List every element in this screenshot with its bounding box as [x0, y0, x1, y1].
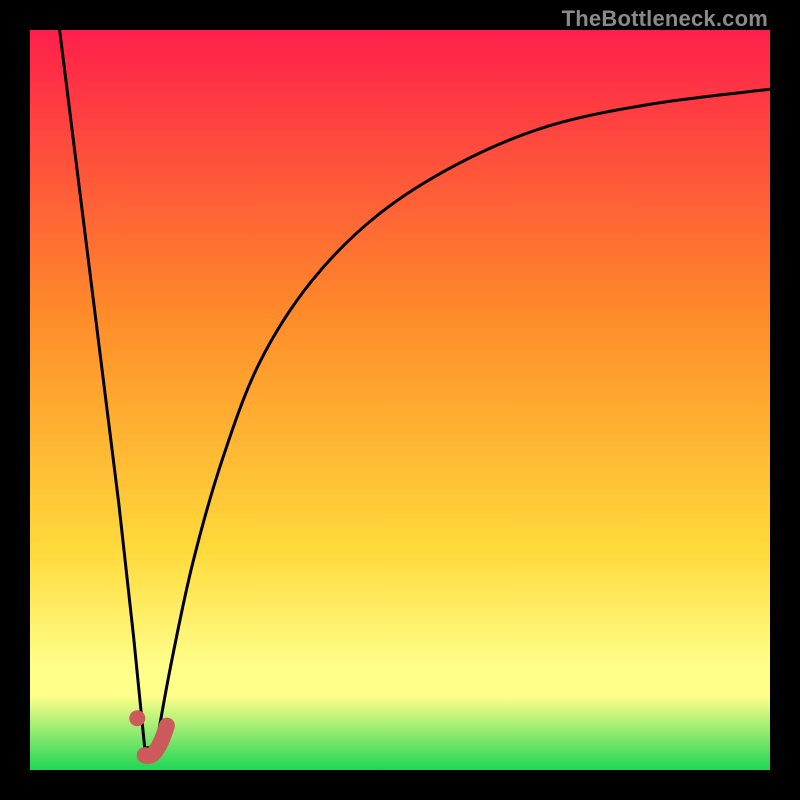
plot-area: [30, 30, 770, 770]
minimum-marker: [145, 726, 167, 756]
watermark-text: TheBottleneck.com: [562, 6, 768, 32]
curve-line: [60, 30, 770, 748]
chart-frame: TheBottleneck.com: [0, 0, 800, 800]
bottleneck-curve: [30, 30, 770, 770]
minimum-marker-dot: [129, 710, 145, 726]
